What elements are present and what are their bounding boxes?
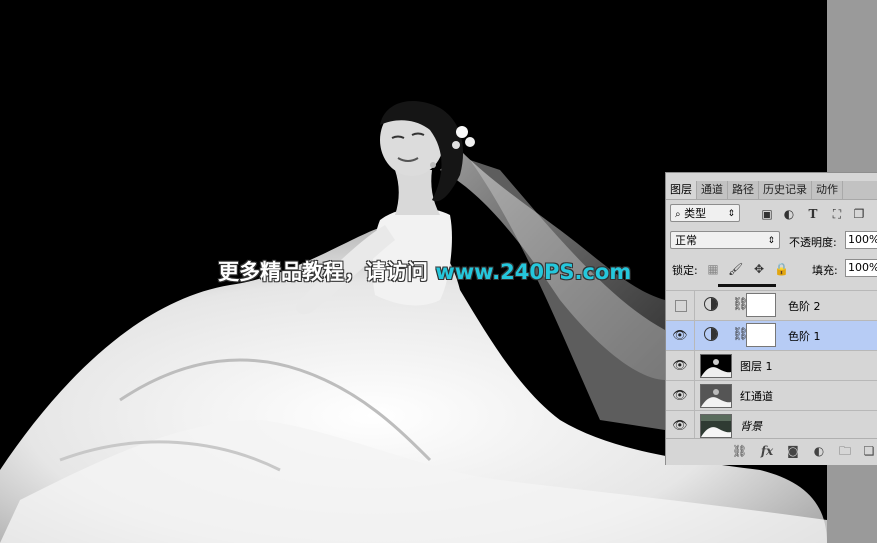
layer-name: 红通道 bbox=[740, 390, 773, 403]
tab-actions[interactable]: 动作 bbox=[812, 181, 843, 199]
blend-row: 正常 ⇕ 不透明度: 100% bbox=[666, 231, 877, 253]
shape-filter-icon[interactable]: ⛶ bbox=[830, 207, 844, 221]
layer-row-selected[interactable]: 👁 ⛓ 色阶 1 bbox=[666, 320, 877, 350]
fill-input[interactable]: 100% bbox=[845, 259, 877, 277]
divider bbox=[694, 411, 695, 440]
layer-thumbnail bbox=[700, 384, 732, 408]
visibility-toggle-off[interactable] bbox=[675, 300, 687, 312]
search-icon: ⌕ bbox=[675, 209, 681, 220]
updown-arrow-icon: ⇕ bbox=[727, 209, 735, 219]
divider bbox=[694, 351, 695, 380]
lock-row: 锁定: ▦ 🖌 ✥ 🔒 填充: 100% bbox=[666, 259, 877, 281]
opacity-input[interactable]: 100% bbox=[845, 231, 877, 249]
smart-object-filter-icon[interactable]: ❐ bbox=[852, 207, 866, 221]
watermark-url: www.240PS.com bbox=[435, 260, 632, 284]
filter-row: ⌕ 类型 ⇕ ▣ ◐ T ⛶ ❐ bbox=[666, 204, 877, 226]
type-filter-icon[interactable]: T bbox=[806, 207, 820, 221]
watermark-text: 更多精品教程，请访问 www.240PS.com bbox=[218, 256, 631, 286]
image-filter-icon[interactable]: ▣ bbox=[760, 207, 774, 221]
fx-icon[interactable]: fx bbox=[760, 444, 774, 458]
eye-icon[interactable]: 👁 bbox=[672, 388, 688, 402]
tab-channels[interactable]: 通道 bbox=[697, 181, 728, 199]
layer-name: 图层 1 bbox=[740, 360, 773, 373]
eye-icon[interactable]: 👁 bbox=[672, 328, 688, 342]
eye-icon[interactable]: 👁 bbox=[672, 358, 688, 372]
opacity-label: 不透明度: bbox=[789, 236, 837, 249]
layer-row[interactable]: 👁 背景 bbox=[666, 410, 877, 440]
blend-mode-select[interactable]: 正常 ⇕ bbox=[670, 231, 780, 249]
updown-arrow-icon: ⇕ bbox=[767, 236, 775, 246]
layer-list-indicator bbox=[718, 284, 776, 287]
new-adjustment-icon[interactable]: ◐ bbox=[812, 444, 826, 458]
layer-row[interactable]: ⛓ 色阶 2 bbox=[666, 290, 877, 320]
tab-paths[interactable]: 路径 bbox=[728, 181, 759, 199]
levels-adjustment-icon bbox=[704, 297, 718, 311]
divider bbox=[694, 381, 695, 410]
layer-mask-thumbnail[interactable] bbox=[746, 323, 776, 347]
adjustment-filter-icon[interactable]: ◐ bbox=[782, 207, 796, 221]
divider bbox=[694, 291, 695, 320]
lock-brush-icon[interactable]: 🖌 bbox=[728, 262, 743, 276]
layer-thumbnail bbox=[700, 414, 732, 438]
layer-row[interactable]: 👁 图层 1 bbox=[666, 350, 877, 380]
filter-type-select[interactable]: ⌕ 类型 ⇕ bbox=[670, 204, 740, 222]
layers-panel: 图层 通道 路径 历史记录 动作 ⌕ 类型 ⇕ ▣ ◐ T ⛶ ❐ 正常 ⇕ 不… bbox=[665, 172, 877, 465]
layer-mask-thumbnail[interactable] bbox=[746, 293, 776, 317]
layer-name: 背景 bbox=[740, 420, 762, 433]
lock-label: 锁定: bbox=[672, 264, 698, 277]
levels-adjustment-icon bbox=[704, 327, 718, 341]
add-mask-icon[interactable]: ◙ bbox=[786, 444, 800, 458]
lock-all-icon[interactable]: 🔒 bbox=[774, 262, 789, 276]
lock-transparent-icon[interactable]: ▦ bbox=[706, 262, 720, 276]
layers-bottom-bar: ⛓ fx ◙ ◐ 🗀 ❏ bbox=[666, 438, 877, 463]
layer-name: 色阶 2 bbox=[788, 300, 821, 313]
tab-history[interactable]: 历史记录 bbox=[759, 181, 812, 199]
blend-mode-value: 正常 bbox=[675, 234, 697, 247]
divider bbox=[694, 321, 695, 350]
layer-row[interactable]: 👁 红通道 bbox=[666, 380, 877, 410]
link-layers-icon[interactable]: ⛓ bbox=[732, 444, 747, 458]
fill-label: 填充: bbox=[812, 264, 838, 277]
layer-name: 色阶 1 bbox=[788, 330, 821, 343]
new-layer-icon[interactable]: ❏ bbox=[862, 444, 876, 458]
new-group-icon[interactable]: 🗀 bbox=[838, 444, 852, 458]
panel-tabs: 图层 通道 路径 历史记录 动作 bbox=[666, 181, 877, 200]
layer-thumbnail bbox=[700, 354, 732, 378]
lock-position-icon[interactable]: ✥ bbox=[752, 262, 766, 276]
eye-icon[interactable]: 👁 bbox=[672, 418, 688, 432]
tab-layers[interactable]: 图层 bbox=[666, 181, 697, 199]
filter-type-value: 类型 bbox=[684, 207, 707, 220]
watermark-cn: 更多精品教程，请访问 bbox=[218, 260, 428, 284]
